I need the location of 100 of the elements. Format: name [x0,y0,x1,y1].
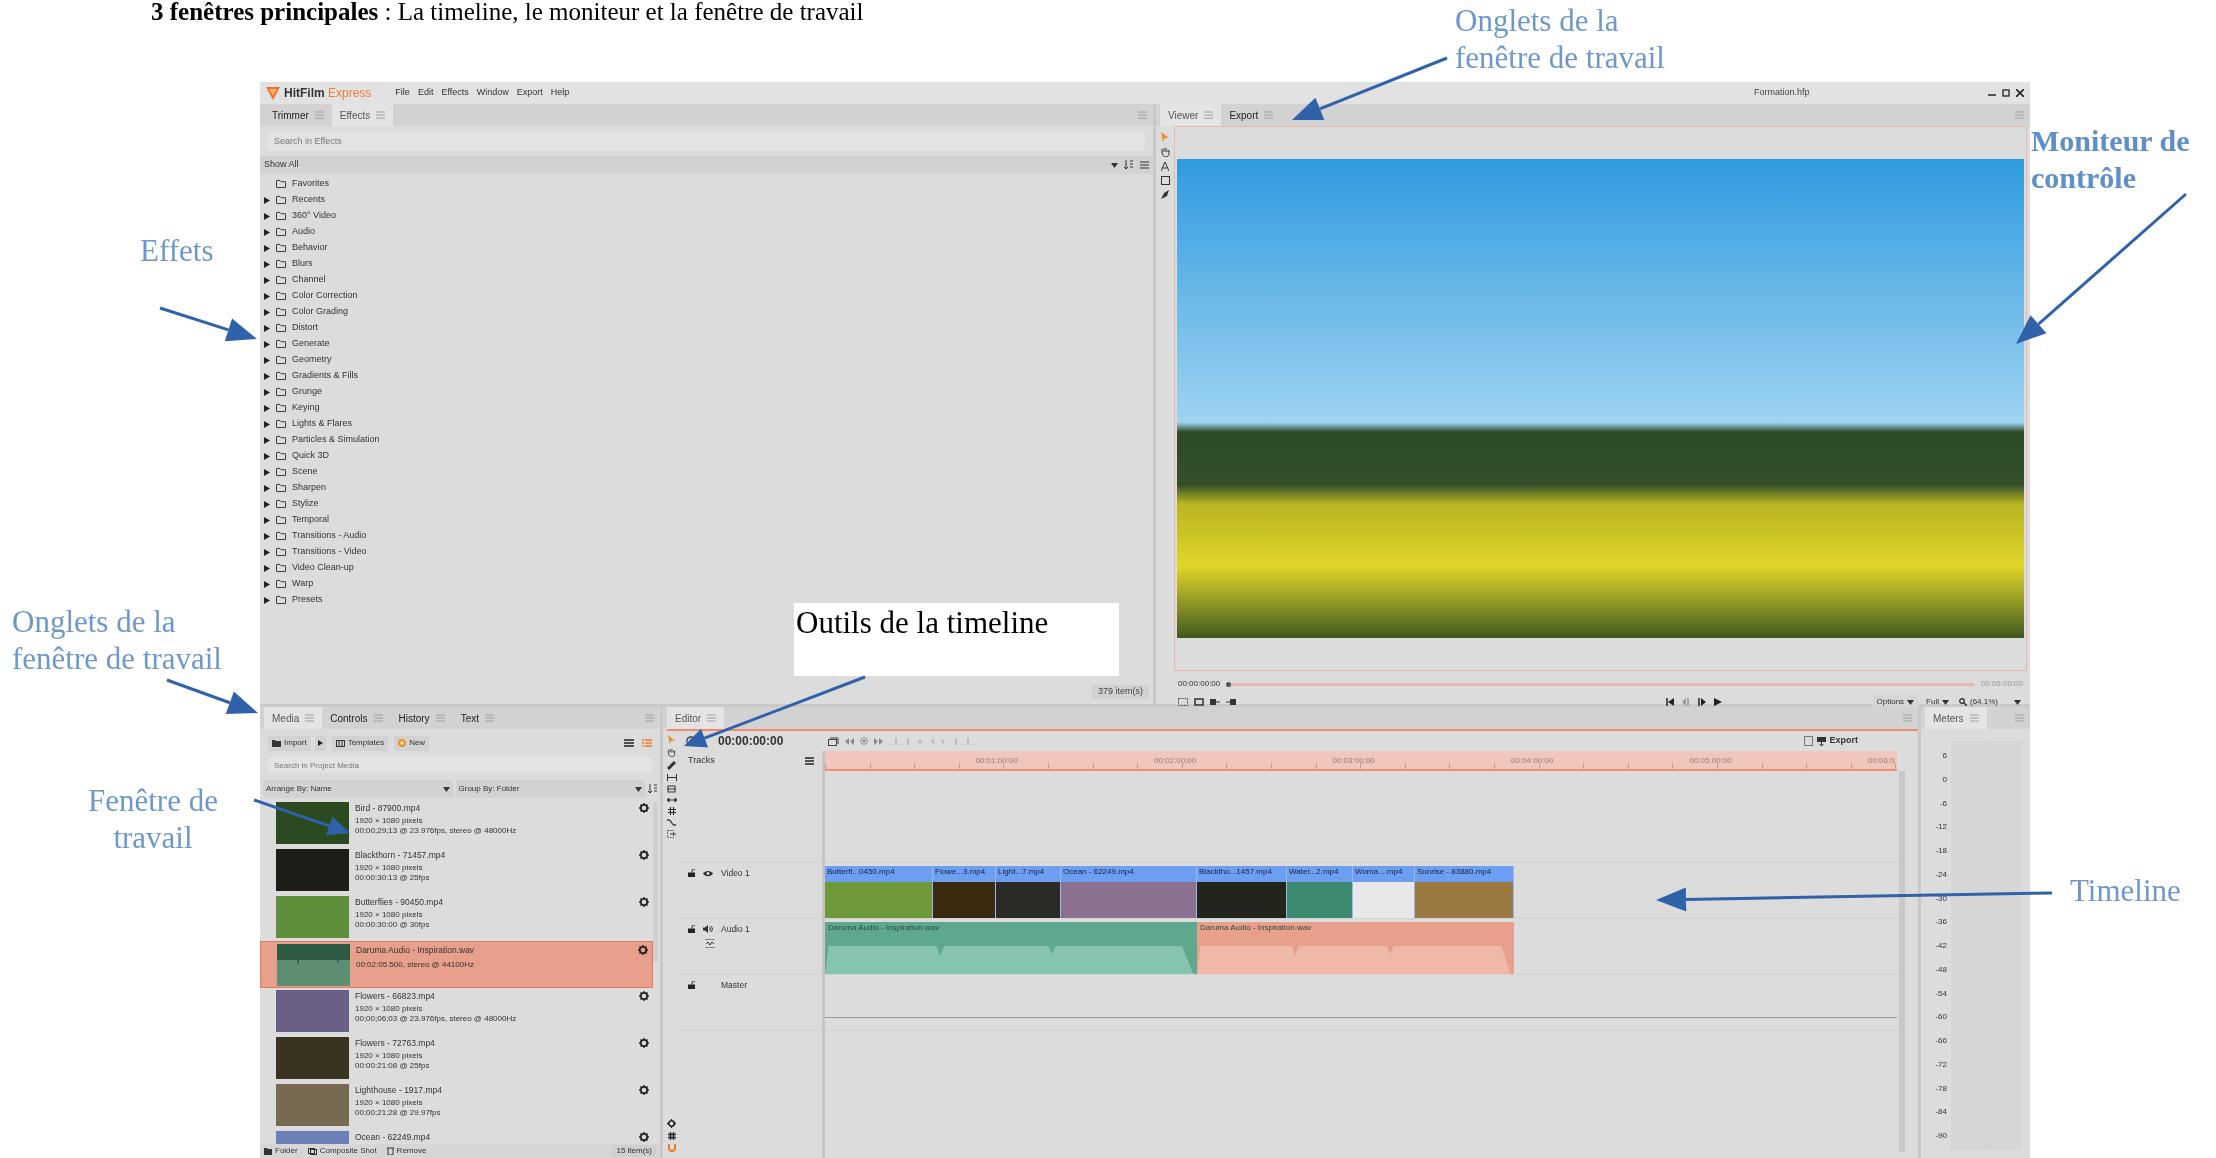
footer-button[interactable]: Composite Shot [307,1145,377,1157]
grid-icon[interactable] [667,807,676,815]
gear-icon[interactable] [639,1085,649,1095]
clip-label[interactable]: Flowe...3.mp4 [933,866,995,882]
record-icon[interactable] [860,737,868,745]
tree-item[interactable]: Particles & Simulation [260,432,1153,448]
media-item[interactable]: Ocean - 62249.mp4 [260,1129,653,1144]
filter-dropdown[interactable] [1111,162,1118,168]
scrollbar[interactable] [653,802,658,962]
expand-icon[interactable] [264,260,270,268]
footer-button[interactable]: Folder [264,1145,298,1157]
clip-label[interactable]: Ocean - 62249.mp4 [1061,866,1196,882]
list-icon[interactable] [1140,161,1149,169]
expand-icon[interactable] [264,420,270,428]
tree-item[interactable]: Gradients & Fills [260,368,1153,384]
clip-label[interactable]: Sunrise - 83880.mp4 [1415,866,1513,882]
sort-icon[interactable] [648,784,657,794]
tree-item[interactable]: Channel [260,272,1153,288]
import-button[interactable]: Import [268,735,311,751]
expand-icon[interactable] [264,196,270,204]
expand-icon[interactable] [264,228,270,236]
media-item[interactable]: Bird - 87900.mp4 1920 × 1080 pixels 00;00;29;13 @ 23.976fps, stereo @ 48000Hz [260,800,653,847]
media-item[interactable]: Flowers - 66823.mp4 1920 × 1080 pixels 00;00;06;03 @ 23.976fps, stereo @ 48000Hz [260,988,653,1035]
clip-label[interactable]: Light...7.mp4 [996,866,1060,882]
panel-tab[interactable]: Meters [1925,707,1987,729]
safe-area-icon[interactable] [1178,698,1188,706]
hand-icon[interactable] [667,748,676,757]
tree-item[interactable]: Warp [260,576,1153,592]
expand-icon[interactable] [264,340,270,348]
settings-icon[interactable] [667,1119,676,1128]
gear-icon[interactable] [639,897,649,907]
expand-icon[interactable] [264,276,270,284]
close-icon[interactable] [2016,89,2024,97]
expand-icon[interactable] [264,356,270,364]
panel-tab[interactable]: Media [264,707,323,729]
blade-icon[interactable] [667,761,676,770]
double-arrow-icon[interactable] [666,797,677,803]
grid-icon[interactable] [667,1132,676,1140]
expand-icon[interactable] [264,516,270,524]
menu-item[interactable]: Effects [441,86,469,100]
playback-track[interactable] [1226,682,1975,686]
media-item[interactable]: Flowers - 72763.mp4 1920 × 1080 pixels 00:00:21:08 @ 25fps [260,1035,653,1082]
sort-icon[interactable] [1124,160,1134,170]
media-item[interactable]: Butterflies - 90450.mp4 1920 × 1080 pixels 00:00:30:00 @ 30fps [260,894,653,941]
expand-icon[interactable] [264,404,270,412]
footer-button[interactable]: Remove [386,1145,427,1157]
tree-item[interactable]: Geometry [260,352,1153,368]
expand-icon[interactable] [264,468,270,476]
clip-label[interactable]: Butterfl...0450.mp4 [825,866,932,882]
search-field[interactable]: Search in Effects [268,132,1145,150]
menu-item[interactable]: Edit [417,86,434,100]
tree-item[interactable]: Quick 3D [260,448,1153,464]
tree-item[interactable]: Generate [260,336,1153,352]
tree-item[interactable]: Color Correction [260,288,1153,304]
media-item[interactable]: Blackthorn - 71457.mp4 1920 × 1080 pixels 00:00:30:13 @ 25fps [260,847,653,894]
group-dropdown[interactable]: Group By: Folder [455,780,645,798]
menu-icon[interactable] [805,757,814,765]
tree-item[interactable]: Sharpen [260,480,1153,496]
lock-icon[interactable] [688,925,695,934]
arrange-dropdown[interactable]: Arrange By: Name [263,780,453,798]
tree-item[interactable]: Temporal [260,512,1153,528]
menu-item[interactable]: File [395,86,410,100]
slide-icon[interactable] [667,785,676,793]
slip-icon[interactable] [666,774,677,781]
menu-item[interactable]: Export [516,86,543,100]
export-icon[interactable] [667,830,676,838]
tree-item[interactable]: Lights & Flares [260,416,1153,432]
expand-icon[interactable] [264,532,270,540]
expand-icon[interactable] [264,452,270,460]
tree-item[interactable]: Distort [260,320,1153,336]
panel-tab[interactable]: Editor [667,707,725,729]
media-item[interactable]: Lighthouse - 1917.mp4 1920 × 1080 pixels 00;00;21;28 @ 29.97fps [260,1082,653,1129]
media-item[interactable]: Daruma Audio - Inspiration.wav 00:02:05.500, stereo @ 44100Hz [260,941,653,988]
gear-icon[interactable] [639,850,649,860]
expand-icon[interactable] [264,436,270,444]
expand-icon[interactable] [264,596,270,604]
expand-icon[interactable] [264,580,270,588]
gear-icon[interactable] [639,803,649,813]
expand-icon[interactable] [264,372,270,380]
insert-icon[interactable] [1210,698,1220,706]
tree-item[interactable]: Video Clean-up [260,560,1153,576]
clip-label[interactable]: Water...2.mp4 [1287,866,1352,882]
expand-icon[interactable] [264,388,270,396]
skip-start-icon[interactable] [1666,698,1675,706]
gear-icon[interactable] [639,1038,649,1048]
tree-item[interactable]: 360° Video [260,208,1153,224]
menu-item[interactable]: Window [476,86,509,100]
tree-item[interactable]: Behavior [260,240,1153,256]
gear-icon[interactable] [639,991,649,1001]
waveform-toggle-icon[interactable] [705,938,715,948]
tree-item[interactable]: Stylize [260,496,1153,512]
templates-button[interactable]: Templates [331,735,389,751]
clip-label[interactable]: Blacktho...1457.mp4 [1197,866,1286,882]
expand-icon[interactable] [264,324,270,332]
clip-label[interactable]: Daruma Audio - Inspiration.wav [1197,922,1514,938]
render-icon[interactable] [1804,736,1814,746]
import-menu-button[interactable] [314,735,326,751]
expand-icon[interactable] [264,564,270,572]
menu-item[interactable]: Help [550,86,570,100]
panel-tab[interactable]: Effects [331,104,394,126]
